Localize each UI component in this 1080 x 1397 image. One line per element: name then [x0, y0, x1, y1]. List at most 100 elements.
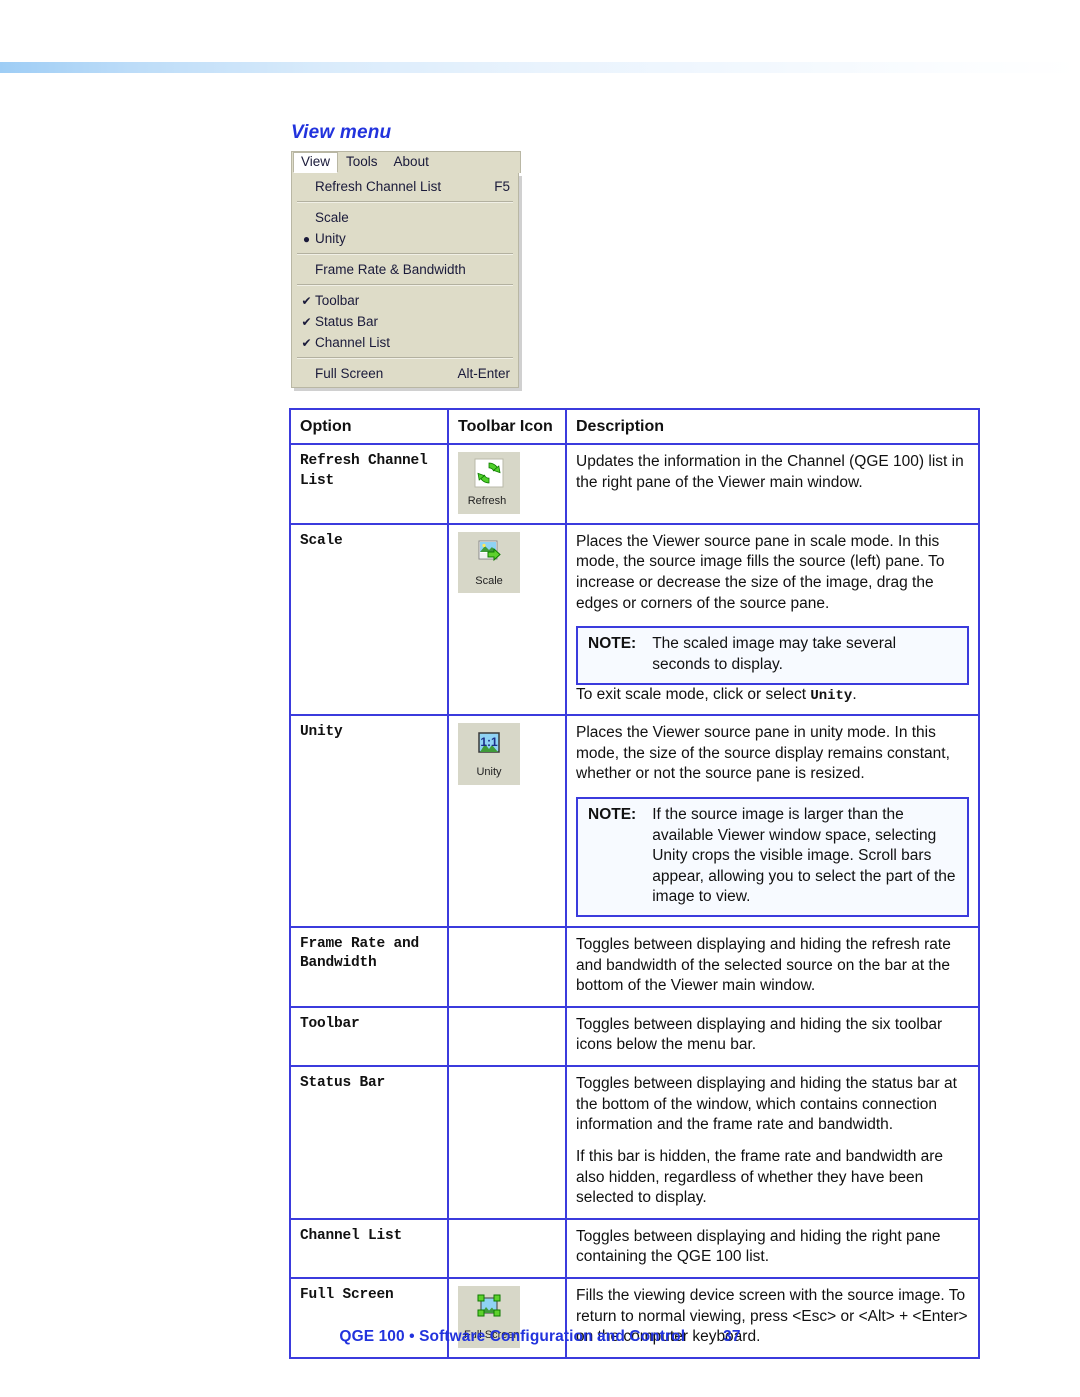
svg-text:1:1: 1:1: [480, 735, 498, 749]
menu-item-toolbar[interactable]: ✔ Toolbar: [292, 290, 518, 311]
menubar-item-tools[interactable]: Tools: [338, 152, 386, 173]
toolbar-icon-cell-empty: [447, 926, 567, 1008]
note-text: If the source image is larger than the a…: [652, 805, 956, 906]
menu-item-channel-list[interactable]: ✔ Channel List: [292, 332, 518, 353]
option-name: Channel List: [289, 1217, 449, 1279]
scale-toolbar-button[interactable]: Scale: [458, 531, 520, 594]
scale-icon: [478, 540, 501, 562]
description-paragraph: Places the Viewer source pane in scale m…: [576, 532, 945, 612]
view-menu-options-table: Option Toolbar Icon Description Refresh …: [289, 407, 980, 1359]
option-name: Status Bar: [289, 1065, 449, 1220]
checkmark-icon: ✔: [301, 335, 312, 350]
table-row: Frame Rate and Bandwidth Toggles between…: [289, 926, 980, 1008]
trailing-text-prefix: To exit scale mode, click or select: [576, 685, 811, 703]
menu-separator: [297, 253, 513, 255]
page-footer: QGE 100 • Software Configuration and Con…: [0, 1328, 1080, 1346]
menu-item-label: Full Screen: [315, 366, 384, 381]
full-screen-icon: [477, 1294, 501, 1317]
description-cell: Toggles between displaying and hiding th…: [565, 926, 980, 1008]
menu-item-label: Frame Rate & Bandwidth: [315, 262, 466, 277]
table-header-row: Option Toolbar Icon Description: [289, 407, 980, 446]
menubar-item-about[interactable]: About: [386, 152, 437, 173]
toolbar-icon-cell-empty: [447, 1005, 567, 1068]
view-dropdown-menu: Refresh Channel List F5 Scale ● Unity Fr…: [291, 173, 519, 388]
option-name: Toolbar: [289, 1005, 449, 1068]
column-header-option: Option: [289, 407, 449, 446]
menu-bar: View Tools About: [291, 151, 521, 173]
table-row: Refresh Channel List Refresh Updates the…: [289, 443, 980, 525]
table-row: Status Bar Toggles between displaying an…: [289, 1065, 980, 1220]
checkmark-icon: ✔: [301, 293, 312, 308]
menu-item-shortcut: F5: [494, 179, 510, 194]
toolbar-icon-cell-empty: [447, 1217, 567, 1279]
description-cell: Toggles between displaying and hiding th…: [565, 1217, 980, 1279]
page-number: 37: [723, 1328, 741, 1345]
menu-separator: [297, 201, 513, 203]
option-name: Refresh Channel List: [289, 443, 449, 525]
description-cell: Updates the information in the Channel (…: [565, 443, 980, 525]
description-paragraph: Toggles between displaying and hiding th…: [576, 1015, 943, 1054]
description-cell: Toggles between displaying and hiding th…: [565, 1065, 980, 1220]
description-paragraph: Toggles between displaying and hiding th…: [576, 1227, 941, 1266]
table-row: Unity 1:1 Unity Places the Viewer source…: [289, 714, 980, 929]
menu-item-label: Toolbar: [315, 293, 360, 308]
note-callout: NOTE: If the source image is larger than…: [576, 796, 969, 918]
description-paragraph: Toggles between displaying and hiding th…: [576, 1075, 957, 1134]
toolbar-button-caption: Unity: [476, 766, 502, 779]
menu-separator: [297, 357, 513, 359]
menu-separator: [297, 284, 513, 286]
header-gradient-band: [0, 62, 1080, 73]
document-page: View menu View Tools About Refresh Chann…: [0, 0, 1080, 1397]
note-label: NOTE:: [588, 805, 637, 823]
menu-item-label: Channel List: [315, 335, 391, 350]
menu-item-label: Scale: [315, 210, 349, 225]
table-row: Scale Scale Places the Viewer source pan…: [289, 522, 980, 717]
menu-item-label: Status Bar: [315, 314, 379, 329]
checkmark-icon: ✔: [301, 314, 312, 329]
menu-item-status-bar[interactable]: ✔ Status Bar: [292, 311, 518, 332]
description-cell: Places the Viewer source pane in unity m…: [565, 714, 980, 929]
unity-toolbar-button[interactable]: 1:1 Unity: [458, 723, 520, 785]
description-paragraph: Toggles between displaying and hiding th…: [576, 936, 951, 995]
refresh-toolbar-button[interactable]: Refresh: [458, 452, 520, 514]
toolbar-button-caption: Scale: [475, 574, 503, 587]
table-row: Channel List Toggles between displaying …: [289, 1217, 980, 1279]
menu-item-label: Unity: [315, 231, 346, 246]
toolbar-icon-cell: 1:1 Unity: [447, 714, 567, 929]
toolbar-icon-cell: Scale: [447, 522, 567, 717]
option-name: Frame Rate and Bandwidth: [289, 926, 449, 1008]
column-header-toolbar-icon: Toolbar Icon: [447, 407, 567, 446]
unity-icon: 1:1: [478, 732, 500, 753]
menu-item-label: Refresh Channel List: [315, 179, 442, 194]
description-paragraph: Places the Viewer source pane in unity m…: [576, 724, 950, 783]
menu-item-shortcut: Alt-Enter: [457, 366, 510, 381]
description-paragraph: If this bar is hidden, the frame rate an…: [576, 1147, 944, 1207]
toolbar-icon-cell-empty: [447, 1065, 567, 1220]
description-paragraph: Updates the information in the Channel (…: [576, 453, 964, 491]
trailing-text-mono: Unity: [810, 687, 853, 704]
menu-item-scale[interactable]: Scale: [292, 207, 518, 228]
menu-item-frame-rate-bandwidth[interactable]: Frame Rate & Bandwidth: [292, 259, 518, 280]
column-header-description: Description: [565, 407, 980, 446]
description-paragraph-trailing: To exit scale mode, click or select Unit…: [576, 685, 969, 706]
note-label: NOTE:: [588, 635, 637, 653]
description-cell: Places the Viewer source pane in scale m…: [565, 522, 980, 717]
description-cell: Toggles between displaying and hiding th…: [565, 1005, 980, 1068]
toolbar-button-caption: Refresh: [467, 495, 507, 508]
footer-text: QGE 100 • Software Configuration and Con…: [339, 1328, 686, 1345]
view-menu-screenshot: View Tools About Refresh Channel List F5…: [291, 151, 521, 388]
note-text: The scaled image may take several second…: [652, 635, 897, 673]
option-name: Scale: [289, 522, 449, 717]
menu-item-refresh-channel-list[interactable]: Refresh Channel List F5: [292, 176, 518, 197]
menubar-item-view[interactable]: View: [293, 152, 339, 173]
menu-item-full-screen[interactable]: Full Screen Alt-Enter: [292, 363, 518, 384]
table-row: Toolbar Toggles between displaying and h…: [289, 1005, 980, 1068]
page-title: View menu: [291, 122, 392, 143]
note-callout: NOTE: The scaled image may take several …: [576, 626, 969, 685]
refresh-icon: [474, 458, 504, 488]
trailing-text-suffix: .: [852, 685, 857, 703]
menu-item-unity[interactable]: ● Unity: [292, 228, 518, 249]
option-name: Unity: [289, 714, 449, 929]
radio-bullet-icon: ●: [302, 231, 311, 246]
toolbar-icon-cell: Refresh: [447, 443, 567, 525]
